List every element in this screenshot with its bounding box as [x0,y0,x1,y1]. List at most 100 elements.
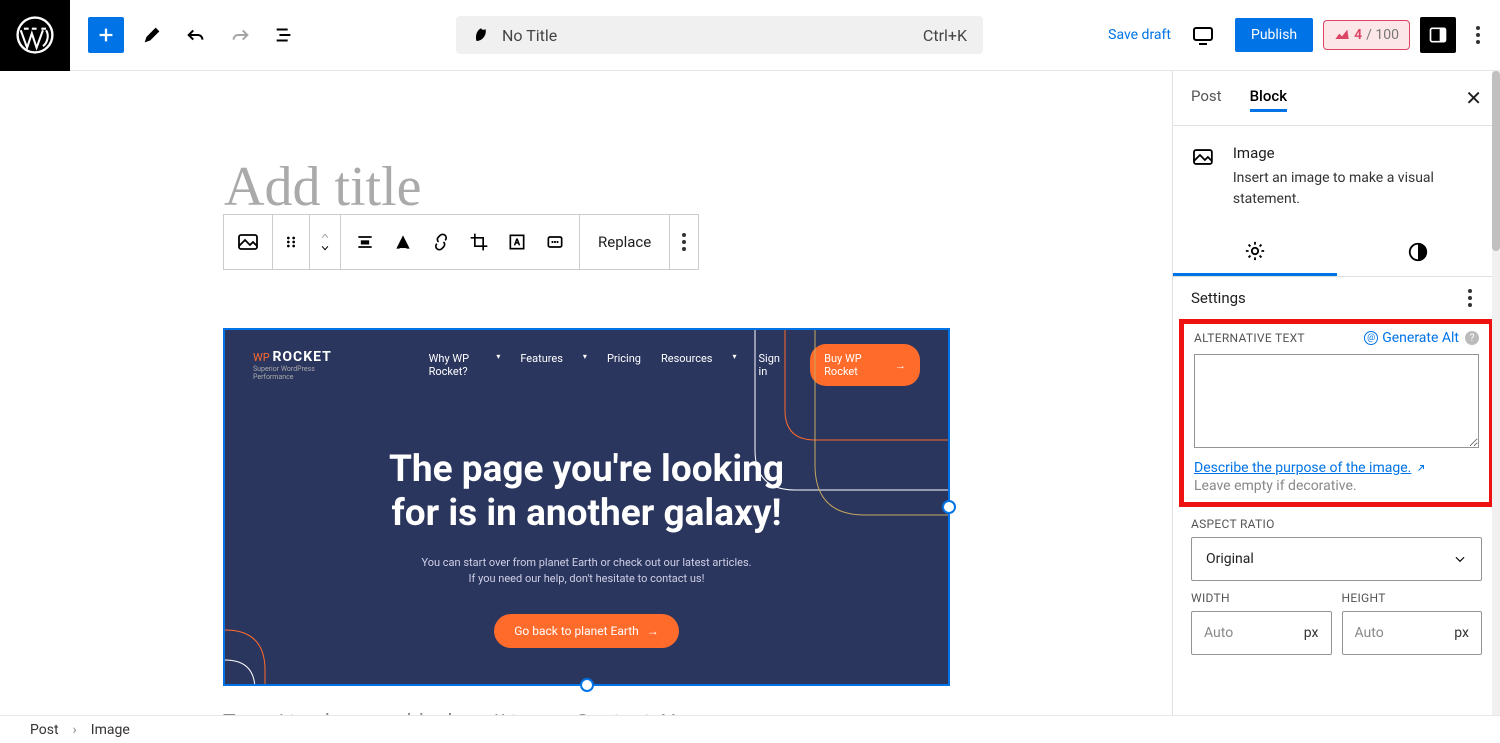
list-icon [273,24,295,46]
chevron-up-icon [318,231,332,241]
settings-more-button[interactable] [1458,289,1482,307]
undo-button[interactable] [174,13,218,57]
describe-image-link[interactable]: Describe the purpose of the image. [1194,460,1427,476]
document-overview-button[interactable] [262,13,306,57]
preview-button[interactable] [1181,13,1225,57]
decorative-hint: Leave empty if decorative. [1194,478,1479,494]
height-input[interactable]: Autopx [1342,611,1483,655]
hero-para1: You can start over from planet Earth or … [421,556,751,569]
sidebar-icon [1428,25,1448,45]
nav-item: Pricing [607,352,641,378]
move-buttons[interactable] [310,215,341,269]
align-button[interactable] [355,232,375,252]
options-menu-button[interactable] [1466,13,1490,57]
hero-line2: for is in another galaxy! [392,492,782,535]
redo-button[interactable] [218,13,262,57]
tab-post[interactable]: Post [1191,87,1222,109]
crop-button[interactable] [469,232,489,252]
tab-block[interactable]: Block [1250,84,1287,112]
subtab-styles[interactable] [1337,228,1500,276]
hero: The page you're lookingfor is in another… [225,448,948,648]
hero-para2: If you need our help, don't hesitate to … [469,572,705,585]
gear-icon [1244,240,1266,262]
drag-handle[interactable] [273,215,310,269]
document-title: No Title [502,26,557,45]
resize-handle-bottom[interactable] [580,678,594,692]
width-label: WIDTH [1191,591,1332,605]
block-type-button[interactable] [224,215,273,269]
settings-sidebar-toggle[interactable] [1420,17,1456,53]
image-icon [236,230,260,254]
subtab-settings[interactable] [1173,228,1337,276]
post-title-input[interactable]: Add title [224,155,422,219]
replace-button[interactable]: Replace [580,215,670,269]
rocket-logo: WP ROCKET Superior WordPress Performance [253,349,347,381]
score-total: / 100 [1366,27,1399,43]
undo-icon [185,24,207,46]
caption-icon [393,232,413,252]
rocket-nav-items: Why WP Rocket?▾ Features▾ Pricing Resour… [429,352,737,378]
top-toolbar: No Title Ctrl+K Save draft Publish 4 / 1… [0,0,1500,71]
block-name: Image [1233,144,1482,162]
hero-line1: The page you're looking [389,448,784,491]
highlighted-section: ALTERNATIVE TEXT @ Generate Alt ? Descri… [1179,319,1494,507]
chevron-down-icon [1453,552,1467,566]
command-bar[interactable]: No Title Ctrl+K [456,16,983,54]
add-block-button[interactable] [88,17,124,53]
aspect-ratio-value: Original [1206,551,1254,567]
chevron-down-icon [318,243,332,253]
edit-button[interactable] [130,13,174,57]
more-box-icon [545,232,565,252]
rocket-nav: WP ROCKET Superior WordPress Performance… [225,330,948,400]
save-draft-button[interactable]: Save draft [1108,27,1171,43]
nav-item: Resources [661,352,713,378]
breadcrumb-post[interactable]: Post [30,722,59,738]
earth-button: Go back to planet Earth→ [494,614,679,648]
scrollbar[interactable] [1492,71,1500,715]
block-description: Insert an image to make a visual stateme… [1233,168,1482,210]
aspect-ratio-select[interactable]: Original [1191,537,1482,581]
block-toolbar: Replace [223,214,699,270]
align-icon [355,232,375,252]
breadcrumb-footer: Post › Image [0,715,1500,743]
settings-heading: Settings [1191,289,1246,307]
link-button[interactable] [431,232,451,252]
editor-canvas: Add title Replace [0,71,1172,715]
image-icon [1191,144,1215,170]
drag-icon [283,234,299,250]
link-icon [431,232,451,252]
logo-sub: Superior WordPress Performance [253,365,347,381]
external-link-icon [1415,462,1427,474]
logo-rocket: ROCKET [272,349,331,365]
width-input[interactable]: Autopx [1191,611,1332,655]
resize-handle-right[interactable] [942,500,956,514]
publish-button[interactable]: Publish [1235,18,1313,52]
duotone-button[interactable] [545,232,565,252]
leaf-icon [472,26,490,44]
wordpress-logo-button[interactable] [0,0,70,71]
breadcrumb-image[interactable]: Image [91,722,130,738]
text-overlay-button[interactable] [507,232,527,252]
logo-wp: WP [253,351,270,364]
alt-text-input[interactable] [1194,354,1479,448]
buy-button: Buy WP Rocket→ [810,344,920,386]
close-sidebar-button[interactable]: ✕ [1465,86,1482,110]
chevron-right-icon: › [73,722,77,738]
help-icon: ? [1465,331,1479,345]
alt-text-label: ALTERNATIVE TEXT [1194,331,1305,345]
image-block[interactable]: WP ROCKET Superior WordPress Performance… [223,328,950,686]
block-more-button[interactable] [670,215,698,269]
seo-score-badge[interactable]: 4 / 100 [1323,20,1410,50]
generate-alt-button[interactable]: @ Generate Alt ? [1364,330,1479,346]
redo-icon [229,24,251,46]
caption-button[interactable] [393,232,413,252]
height-label: HEIGHT [1342,591,1483,605]
nav-item: Features [520,352,563,378]
keyboard-shortcut: Ctrl+K [923,26,967,45]
text-icon [507,232,527,252]
signin-link: Sign in [759,352,789,378]
desktop-icon [1191,23,1215,47]
wordpress-icon [16,16,54,54]
block-appender[interactable]: Type / to choose a block or // to use Co… [223,711,677,715]
score-value: 4 [1354,27,1362,43]
